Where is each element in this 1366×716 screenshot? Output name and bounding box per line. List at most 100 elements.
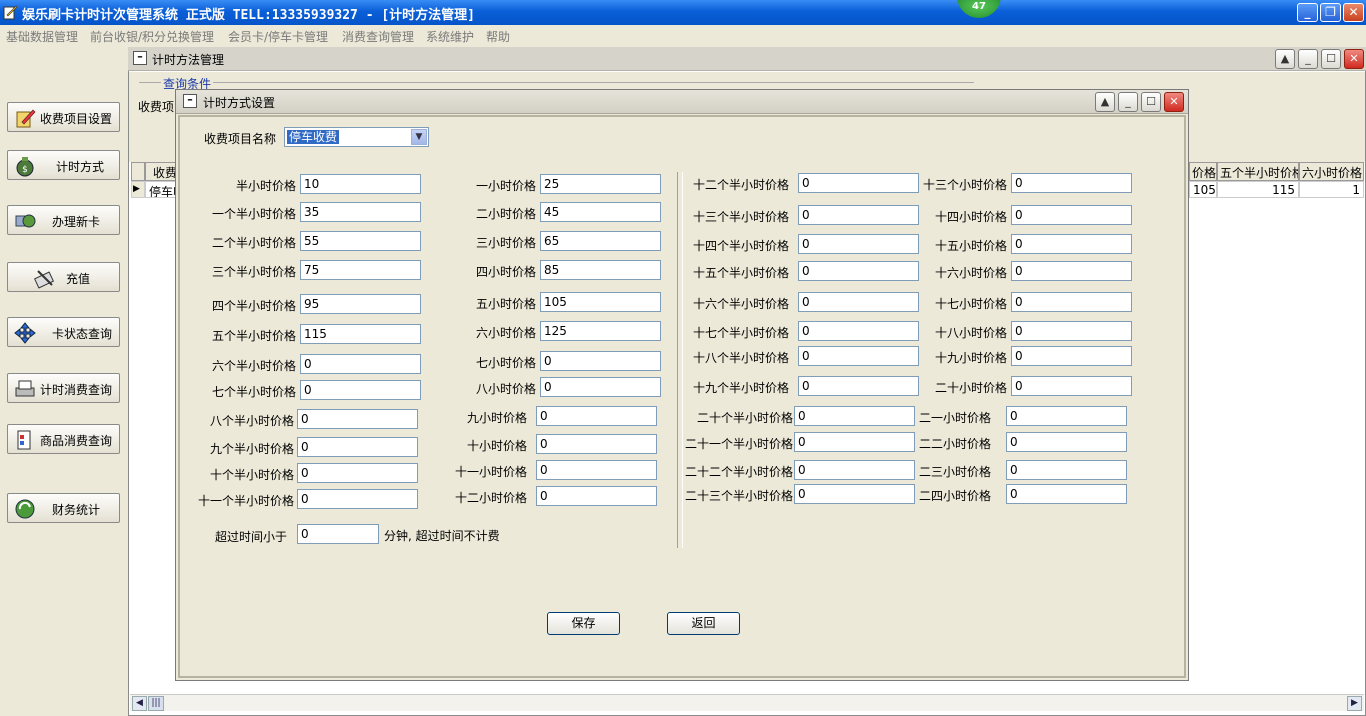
price-field-input[interactable]: 0 xyxy=(794,484,915,504)
dialog-maximize-button[interactable]: ☐ xyxy=(1141,92,1161,112)
card-globe-icon xyxy=(15,214,36,228)
grid-col-header[interactable]: 六小时价格 xyxy=(1299,162,1364,181)
menu-consumption-query[interactable]: 消费查询管理 xyxy=(342,28,414,45)
scroll-thumb[interactable]: ||| xyxy=(148,696,164,711)
win1-close-button[interactable]: ✕ xyxy=(1344,49,1364,69)
sidebar-item-fee-settings[interactable]: 收费项目设置 xyxy=(7,102,120,132)
price-field-input[interactable]: 0 xyxy=(794,406,915,426)
sidebar-item-timing-method[interactable]: $ 计时方式 xyxy=(7,150,120,180)
price-field-input[interactable]: 0 xyxy=(297,437,418,457)
table-cell[interactable]: 1 xyxy=(1299,181,1364,198)
price-field-input[interactable]: 0 xyxy=(1006,432,1127,452)
query-group-line xyxy=(139,82,974,83)
minimize-button[interactable]: _ xyxy=(1297,3,1318,22)
menu-help[interactable]: 帮助 xyxy=(486,28,510,45)
price-field-input[interactable]: 0 xyxy=(536,434,657,454)
price-field-input[interactable]: 0 xyxy=(540,377,661,397)
grid-col-header[interactable]: 五个半小时价格 xyxy=(1217,162,1299,181)
minimize-icon: _ xyxy=(1304,5,1311,19)
price-field-input[interactable]: 0 xyxy=(798,292,919,312)
system-menu-icon[interactable]: – xyxy=(133,51,147,65)
price-field-input[interactable]: 85 xyxy=(540,260,661,280)
menu-member-card[interactable]: 会员卡/停车卡管理 xyxy=(228,28,328,45)
save-button[interactable]: 保存 xyxy=(547,612,620,635)
price-field-input[interactable]: 105 xyxy=(540,292,661,312)
price-field-input[interactable]: 0 xyxy=(798,205,919,225)
price-field-input[interactable]: 0 xyxy=(798,261,919,281)
price-field-input[interactable]: 65 xyxy=(540,231,661,251)
price-field-input[interactable]: 0 xyxy=(794,432,915,452)
price-field-input[interactable]: 10 xyxy=(300,174,421,194)
price-field-input[interactable]: 75 xyxy=(300,260,421,280)
win1-maximize-button[interactable]: ☐ xyxy=(1321,49,1341,69)
price-field-input[interactable]: 35 xyxy=(300,202,421,222)
price-field-input[interactable]: 0 xyxy=(536,406,657,426)
price-field-input[interactable]: 0 xyxy=(1011,205,1132,225)
scroll-left-icon[interactable]: ◀ xyxy=(132,696,147,711)
price-field-input[interactable]: 0 xyxy=(297,489,418,509)
price-field-input[interactable]: 0 xyxy=(1011,261,1132,281)
sidebar-item-recharge[interactable]: 充值 xyxy=(7,262,120,292)
price-field-input[interactable]: 0 xyxy=(1011,292,1132,312)
price-field-input[interactable]: 0 xyxy=(536,486,657,506)
price-field-input[interactable]: 125 xyxy=(540,321,661,341)
back-button[interactable]: 返回 xyxy=(667,612,740,635)
sidebar-item-new-card[interactable]: 办理新卡 xyxy=(7,205,120,235)
dialog-close-button[interactable]: ✕ xyxy=(1164,92,1184,112)
price-field-input[interactable]: 0 xyxy=(1011,376,1132,396)
price-field-input[interactable]: 0 xyxy=(300,380,421,400)
price-field-input[interactable]: 115 xyxy=(300,324,421,344)
price-field-input[interactable]: 55 xyxy=(300,231,421,251)
restore-button[interactable]: ❐ xyxy=(1320,3,1341,22)
sidebar-item-product-query[interactable]: 商品消费查询 xyxy=(7,424,120,454)
money-bag-icon: $ xyxy=(16,157,34,177)
sidebar-item-timing-query[interactable]: 计时消费查询 xyxy=(7,373,120,403)
overtime-input[interactable]: 0 xyxy=(297,524,379,544)
win1-minimize-button[interactable]: _ xyxy=(1298,49,1318,69)
price-field-input[interactable]: 0 xyxy=(1011,321,1132,341)
price-field-input[interactable]: 0 xyxy=(798,234,919,254)
price-field-input[interactable]: 0 xyxy=(798,376,919,396)
win1-up-button[interactable]: ▲ xyxy=(1275,49,1295,69)
price-field-input[interactable]: 0 xyxy=(540,351,661,371)
table-cell[interactable]: 105 xyxy=(1189,181,1217,198)
price-field-input[interactable]: 0 xyxy=(794,460,915,480)
table-cell[interactable]: 115 xyxy=(1217,181,1299,198)
price-field-label: 七小时价格 xyxy=(475,356,536,370)
price-field-input[interactable]: 0 xyxy=(536,460,657,480)
price-field-input[interactable]: 25 xyxy=(540,174,661,194)
price-field-input[interactable]: 0 xyxy=(1006,406,1127,426)
sidebar-item-card-status[interactable]: 卡状态查询 xyxy=(7,317,120,347)
price-field-input[interactable]: 0 xyxy=(798,173,919,193)
price-field-input[interactable]: 0 xyxy=(1006,460,1127,480)
dialog-up-button[interactable]: ▲ xyxy=(1095,92,1115,112)
scroll-right-icon[interactable]: ▶ xyxy=(1347,696,1362,711)
menu-system[interactable]: 系统维护 xyxy=(426,28,474,45)
menu-cashier[interactable]: 前台收银/积分兑换管理 xyxy=(90,28,214,45)
price-field-input[interactable]: 0 xyxy=(798,321,919,341)
dialog-system-menu-icon[interactable]: – xyxy=(183,94,197,108)
menu-basic-data[interactable]: 基础数据管理 xyxy=(6,28,78,45)
fee-item-select[interactable]: 停车收费 ▼ xyxy=(284,127,429,147)
price-field-input[interactable]: 0 xyxy=(798,346,919,366)
price-field-input[interactable]: 0 xyxy=(1011,173,1132,193)
horizontal-scrollbar[interactable]: ◀ ||| ▶ xyxy=(130,694,1364,711)
price-field-input[interactable]: 0 xyxy=(1011,346,1132,366)
close-button[interactable]: ✕ xyxy=(1343,3,1364,22)
price-field-input[interactable]: 95 xyxy=(300,294,421,314)
dialog-minimize-button[interactable]: _ xyxy=(1118,92,1138,112)
price-field-input[interactable]: 0 xyxy=(1011,234,1132,254)
price-field-input[interactable]: 0 xyxy=(297,409,418,429)
price-field-input[interactable]: 0 xyxy=(1006,484,1127,504)
chevron-down-icon[interactable]: ▼ xyxy=(411,129,427,145)
price-field-label: 半小时价格 xyxy=(235,179,296,193)
grid-col-header[interactable]: 价格 xyxy=(1189,162,1217,181)
price-field-input[interactable]: 0 xyxy=(300,354,421,374)
sidebar-item-finance[interactable]: 财务统计 xyxy=(7,493,120,523)
price-field-label: 十二个半小时价格 xyxy=(692,178,789,192)
price-field-input[interactable]: 45 xyxy=(540,202,661,222)
price-field-label: 八个半小时价格 xyxy=(209,414,294,428)
timing-method-title: 计时方法管理 xyxy=(152,53,225,67)
price-field-input[interactable]: 0 xyxy=(297,463,418,483)
price-field-label: 十八个半小时价格 xyxy=(692,351,789,365)
